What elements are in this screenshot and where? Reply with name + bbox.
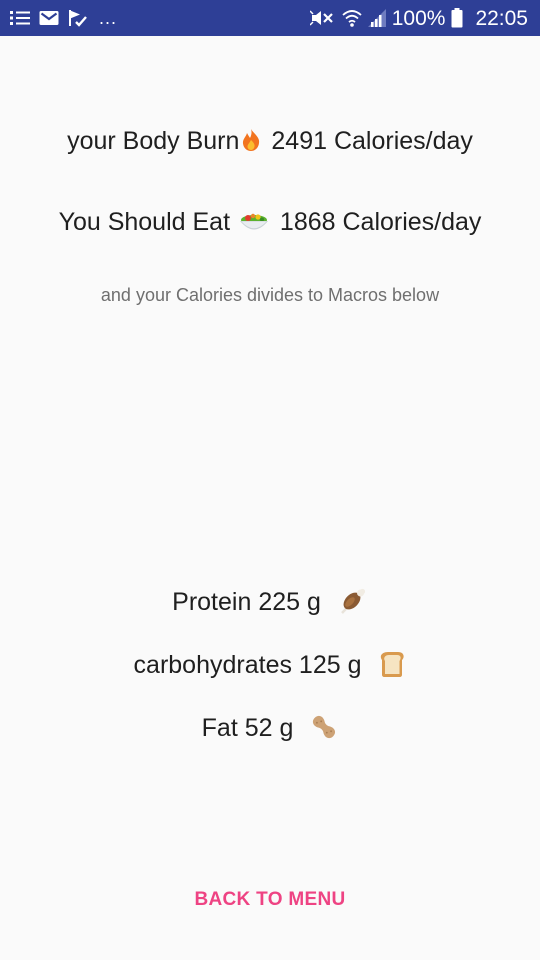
carbohydrates-line: carbohydrates 125 g	[0, 650, 540, 685]
battery-percentage: 100%	[391, 6, 446, 30]
carbohydrates-label: carbohydrates 125 g	[133, 651, 362, 679]
clock: 22:05	[475, 6, 528, 30]
bread-icon	[378, 650, 406, 685]
should-eat-value: 1868 Calories/day	[279, 208, 482, 236]
peanut-icon	[310, 713, 338, 748]
fire-icon	[241, 128, 261, 159]
status-bar: ... 100% 22:05	[0, 0, 540, 36]
mail-icon	[39, 10, 59, 26]
body-burn-label: your Body Burn	[67, 127, 240, 155]
should-eat-line: You Should Eat 1868 Calories/day	[0, 208, 540, 241]
macros-caption: and your Calories divides to Macros belo…	[100, 285, 440, 305]
back-to-menu-button[interactable]: BACK TO MENU	[0, 880, 540, 920]
mute-icon	[309, 9, 336, 27]
list-icon	[10, 9, 30, 27]
wifi-icon	[342, 9, 362, 27]
body-burn-line: your Body Burn 2491 Calories/day	[0, 127, 540, 159]
signal-icon	[367, 9, 386, 27]
battery-icon	[451, 8, 463, 28]
salad-icon	[239, 210, 269, 241]
fat-line: Fat 52 g	[0, 713, 540, 748]
meat-icon	[338, 587, 368, 622]
protein-label: Protein 225 g	[172, 588, 321, 616]
protein-line: Protein 225 g	[0, 587, 540, 622]
status-overflow: ...	[99, 8, 118, 28]
check-flag-icon	[68, 9, 88, 27]
status-bar-system: 100% 22:05	[309, 0, 528, 36]
should-eat-label: You Should Eat	[58, 208, 231, 236]
status-bar-notifications: ...	[10, 0, 117, 36]
body-burn-value: 2491 Calories/day	[271, 127, 473, 155]
fat-label: Fat 52 g	[201, 714, 294, 742]
